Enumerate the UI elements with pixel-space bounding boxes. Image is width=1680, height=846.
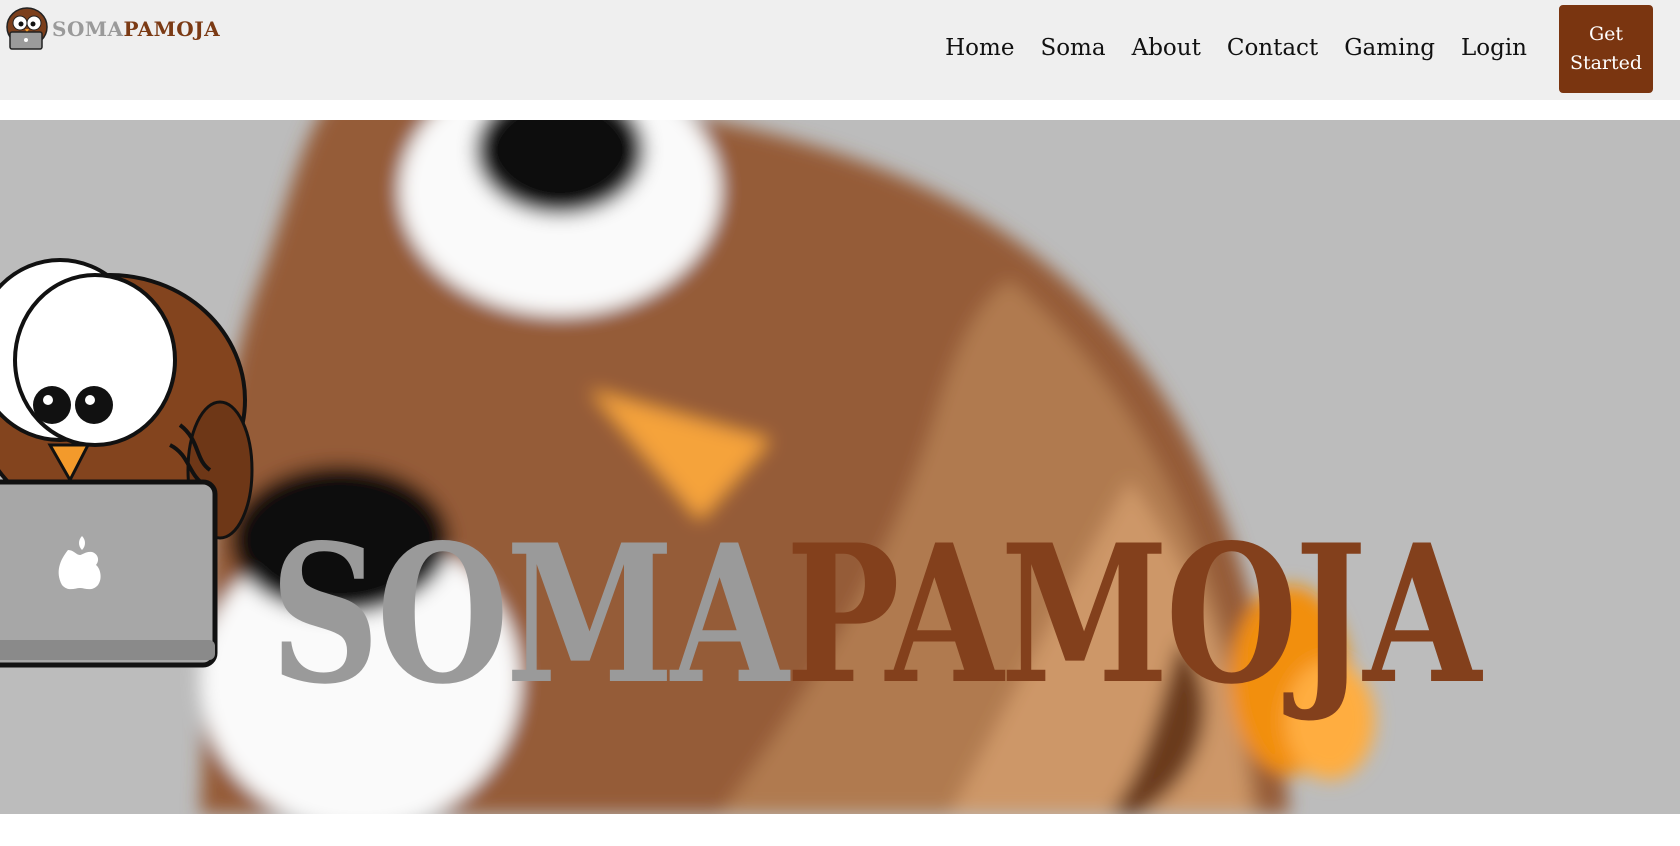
owl-laptop-logo-icon <box>6 7 48 50</box>
hero-title: SOMAPAMOJA <box>270 520 1481 710</box>
nav-link-about[interactable]: About <box>1119 35 1214 61</box>
owl-with-laptop-illustration <box>0 258 254 668</box>
hero-title-soma: SOMA <box>270 503 789 726</box>
brand-name-soma: SOMA <box>52 17 124 41</box>
get-started-button[interactable]: Get Started <box>1559 5 1653 93</box>
nav-link-home[interactable]: Home <box>932 35 1027 61</box>
nav-link-soma[interactable]: Soma <box>1027 35 1118 61</box>
navbar: SOMAPAMOJA Home Soma About Contact Gamin… <box>0 0 1680 100</box>
nav-link-contact[interactable]: Contact <box>1214 35 1331 61</box>
nav-links: Home Soma About Contact Gaming Login <box>932 28 1540 68</box>
hero-title-pamoja: PAMOJA <box>785 503 1482 726</box>
nav-link-gaming[interactable]: Gaming <box>1331 35 1448 61</box>
brand-name: SOMAPAMOJA <box>52 17 220 41</box>
brand-logo-link[interactable]: SOMAPAMOJA <box>4 4 220 52</box>
nav-link-login[interactable]: Login <box>1448 35 1540 61</box>
brand-name-pamoja: PAMOJA <box>123 17 221 41</box>
hero-banner: SOMAPAMOJA <box>0 120 1680 814</box>
